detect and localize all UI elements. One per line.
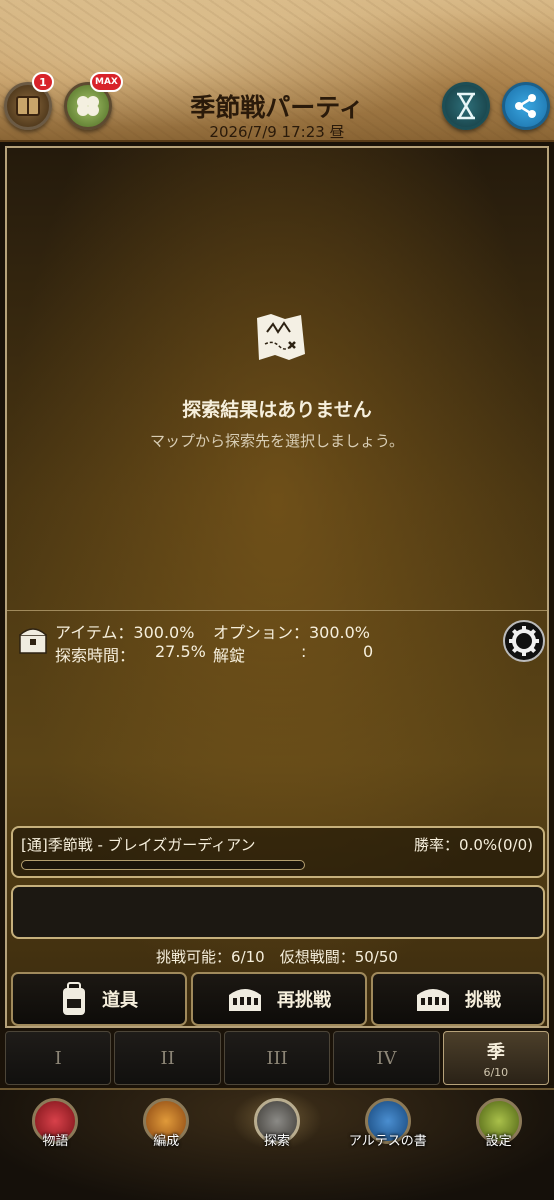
hourglass-button[interactable] bbox=[442, 82, 490, 130]
explore-settings-button[interactable] bbox=[503, 620, 545, 662]
tab-2[interactable]: II bbox=[114, 1031, 221, 1085]
explore-time-value: 27.5% bbox=[155, 642, 206, 661]
empty-result-title: 探索結果はありません bbox=[182, 399, 372, 421]
nav-settings-label: 設定 bbox=[485, 1134, 512, 1149]
header: 1 MAX 季節戦パーティ 2026/7/9 17:23 昼 bbox=[0, 0, 554, 142]
battle-log-box bbox=[11, 885, 545, 939]
retry-button-label: 再挑戦 bbox=[277, 990, 331, 1011]
nav-book-label: アルテスの書 bbox=[348, 1134, 427, 1149]
gear-icon bbox=[509, 626, 539, 656]
colosseum-icon bbox=[417, 989, 449, 1011]
hourglass-icon bbox=[457, 92, 475, 120]
tab-1[interactable]: I bbox=[5, 1031, 112, 1085]
nav-story-label: 物語 bbox=[42, 1134, 69, 1149]
battle-status-box: [通]季節戦 - ブレイズガーディアン 勝率：0.0%(0/0) bbox=[11, 826, 545, 878]
tab-3[interactable]: III bbox=[223, 1031, 331, 1085]
notification-badge: 1 bbox=[32, 72, 54, 92]
nav-explore[interactable]: 探索 bbox=[222, 1090, 333, 1200]
battle-name: [通]季節戦 - ブレイズガーディアン bbox=[21, 836, 256, 854]
nav-formation-label: 編成 bbox=[153, 1134, 180, 1149]
share-button[interactable] bbox=[502, 82, 550, 130]
items-button-label: 道具 bbox=[102, 990, 138, 1011]
unlock-value: 0 bbox=[363, 642, 374, 661]
colosseum-icon bbox=[229, 989, 261, 1011]
share-icon bbox=[515, 94, 536, 118]
unlock-label: 解錠 bbox=[213, 646, 246, 665]
challenge-button-label: 挑戦 bbox=[465, 990, 501, 1011]
tab-season-label: 季 bbox=[486, 1041, 505, 1063]
tab-season-count: 6/10 bbox=[483, 1065, 509, 1079]
nav-explore-label: 探索 bbox=[263, 1134, 290, 1149]
explore-panel: 探索結果はありません マップから探索先を選択しましょう。 アイテム：300.0%… bbox=[5, 146, 549, 1028]
battle-progress-bar bbox=[21, 860, 305, 870]
treasure-chest-icon bbox=[19, 628, 47, 654]
items-button[interactable]: 道具 bbox=[11, 972, 187, 1026]
bottom-nav: 物語 編成 探索 アルテスの書 設定 bbox=[0, 1088, 554, 1200]
divider bbox=[7, 610, 547, 611]
nav-formation[interactable]: 編成 bbox=[111, 1090, 222, 1200]
win-rate: 勝率：0.0%(0/0) bbox=[414, 836, 533, 854]
challenge-button[interactable]: 挑戦 bbox=[371, 972, 545, 1026]
party-tabs: I II III IV 季 6/10 bbox=[5, 1031, 550, 1085]
treasure-map-icon bbox=[257, 314, 305, 360]
empty-result-subtitle: マップから探索先を選択しましょう。 bbox=[149, 432, 405, 450]
explore-time-label: 探索時間： bbox=[55, 646, 136, 665]
nav-settings[interactable]: 設定 bbox=[443, 1090, 554, 1200]
challenge-counts: 挑戦可能：6/10 仮想戦闘：50/50 bbox=[156, 948, 398, 966]
max-badge: MAX bbox=[90, 72, 123, 92]
tab-season[interactable]: 季 6/10 bbox=[442, 1031, 550, 1085]
backpack-icon bbox=[63, 982, 85, 1015]
item-rate: アイテム：300.0% bbox=[55, 623, 195, 642]
tab-4[interactable]: IV bbox=[333, 1031, 440, 1085]
unlock-separator: : bbox=[301, 642, 307, 661]
retry-button[interactable]: 再挑戦 bbox=[191, 972, 367, 1026]
nav-story[interactable]: 物語 bbox=[0, 1090, 111, 1200]
option-rate: オプション：300.0% bbox=[213, 623, 371, 642]
nav-book[interactable]: アルテスの書 bbox=[332, 1090, 443, 1200]
